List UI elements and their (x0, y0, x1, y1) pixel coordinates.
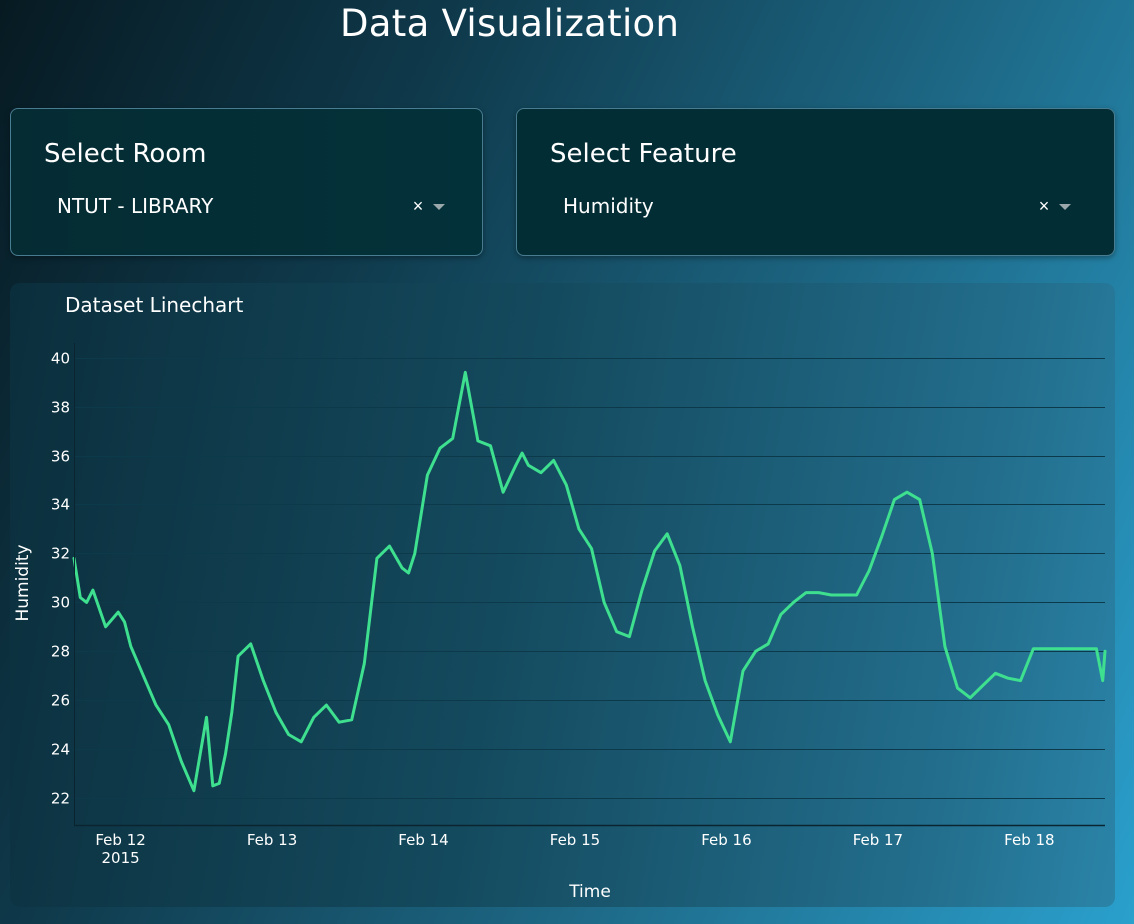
chart-title: Dataset Linechart (65, 293, 244, 317)
room-dropdown[interactable]: NTUT - LIBRARY × (47, 189, 447, 223)
x-tick-label: Feb 13 (247, 831, 297, 849)
y-tick-label: 40 (51, 350, 70, 368)
chevron-down-icon[interactable] (1059, 204, 1071, 210)
x-tick-label: Feb 14 (398, 831, 448, 849)
clear-icon[interactable]: × (409, 196, 427, 217)
room-dropdown-value: NTUT - LIBRARY (57, 194, 214, 218)
page-title: Data Visualization (340, 2, 680, 45)
y-tick-label: 30 (51, 594, 70, 612)
chart-card: Dataset Linechart 22 24 26 28 30 32 34 36 38 40 F… (10, 283, 1115, 907)
feature-dropdown[interactable]: Humidity × (553, 189, 1073, 223)
x-tick-label: Feb 15 (550, 831, 600, 849)
y-tick-label: 32 (51, 545, 70, 563)
y-tick-label: 22 (51, 790, 70, 808)
y-tick-label: 36 (51, 448, 70, 466)
x-tick-label: Feb 18 (1004, 831, 1054, 849)
clear-icon[interactable]: × (1035, 196, 1053, 217)
y-tick-label: 26 (51, 692, 70, 710)
x-tick-sublabel: 2015 (102, 849, 140, 867)
chevron-down-icon[interactable] (433, 204, 445, 210)
x-tick-label: Feb 16 (701, 831, 751, 849)
room-panel: Select Room NTUT - LIBRARY × (10, 108, 483, 256)
y-tick-label: 34 (51, 496, 70, 514)
feature-dropdown-value: Humidity (563, 194, 654, 218)
feature-panel-title: Select Feature (550, 139, 737, 169)
y-tick-label: 28 (51, 643, 70, 661)
humidity-series-line (72, 370, 1107, 793)
line-chart: Dataset Linechart 22 24 26 28 30 32 34 36 38 40 F… (13, 293, 1107, 902)
y-axis-title: Humidity (13, 544, 33, 621)
y-tick-label: 24 (51, 741, 70, 759)
x-tick-label: Feb 12 (95, 831, 145, 849)
feature-panel: Select Feature Humidity × (516, 108, 1115, 256)
room-panel-title: Select Room (44, 139, 207, 169)
x-tick-label: Feb 17 (853, 831, 903, 849)
x-axis-title: Time (568, 882, 611, 902)
y-tick-label: 38 (51, 399, 70, 417)
